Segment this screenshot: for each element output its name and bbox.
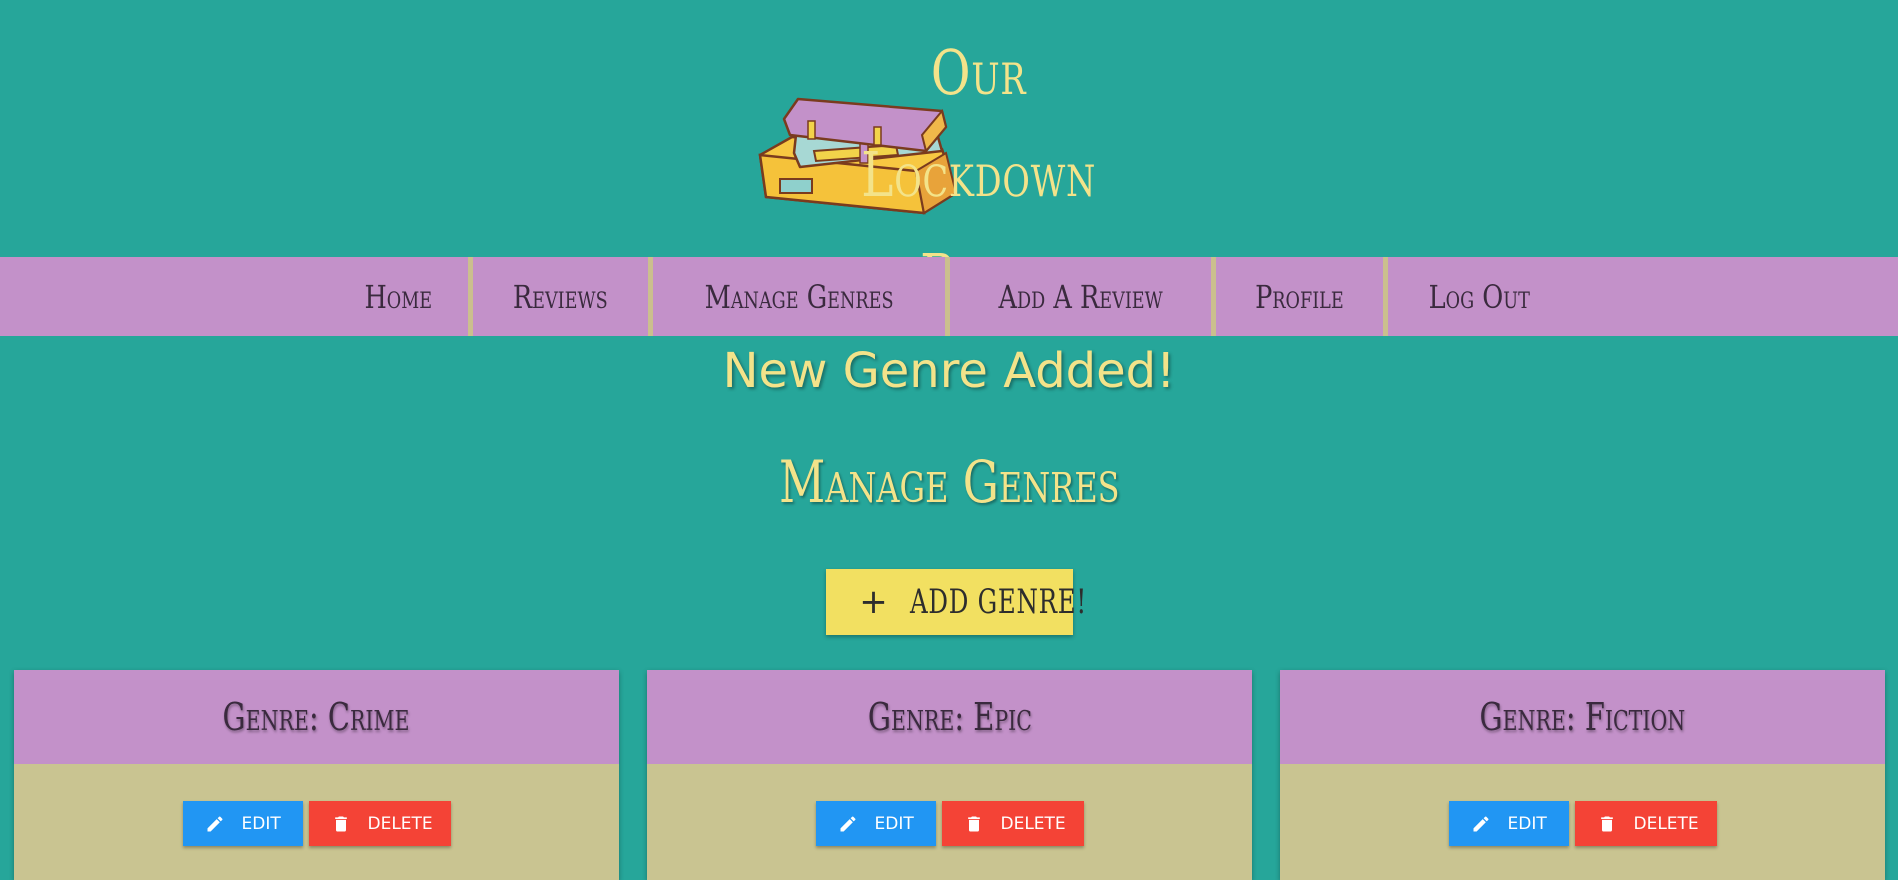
plus-icon: + bbox=[859, 582, 888, 622]
nav-home-label: Home bbox=[364, 277, 432, 316]
delete-button[interactable]: DELETE bbox=[941, 801, 1084, 846]
pencil-icon bbox=[840, 816, 855, 831]
add-genre-button[interactable]: + ADD GENRE! bbox=[826, 569, 1087, 635]
page-title-text: Manage Genres bbox=[778, 448, 1120, 516]
add-genre-label: ADD GENRE! bbox=[909, 582, 1087, 622]
flash-message: New Genre Added! bbox=[722, 343, 1176, 399]
edit-button[interactable]: EDIT bbox=[1448, 801, 1569, 846]
genre-card: Genre: Crime EDIT DELETE bbox=[14, 670, 619, 880]
genre-title: Genre: Fiction bbox=[1479, 695, 1686, 739]
genre-title: Genre: Epic bbox=[867, 695, 1032, 739]
nav-profile-label: Profile bbox=[1255, 277, 1344, 316]
nav-reviews[interactable]: Reviews bbox=[468, 257, 647, 336]
trash-icon bbox=[967, 816, 980, 831]
pencil-icon bbox=[1473, 816, 1488, 831]
page-title: Manage Genres bbox=[0, 440, 1898, 524]
site-header: Our Lockdown Reads bbox=[0, 0, 1898, 313]
genre-title: Genre: Crime bbox=[222, 695, 410, 739]
nav-manage-genres-label: Manage Genres bbox=[704, 277, 894, 316]
delete-label: DELETE bbox=[1633, 813, 1699, 834]
nav-manage-genres[interactable]: Manage Genres bbox=[647, 257, 945, 336]
nav-add-review-label: Add A Review bbox=[998, 277, 1163, 316]
delete-label: DELETE bbox=[1000, 813, 1066, 834]
genre-card: Genre: Epic EDIT DELETE bbox=[647, 670, 1252, 880]
trash-icon bbox=[1600, 816, 1613, 831]
edit-button[interactable]: EDIT bbox=[182, 801, 303, 846]
genre-card: Genre: Fiction EDIT DELETE bbox=[1280, 670, 1885, 880]
trash-icon bbox=[334, 816, 347, 831]
nav-profile[interactable]: Profile bbox=[1211, 257, 1383, 336]
delete-label: DELETE bbox=[367, 813, 433, 834]
nav-home[interactable]: Home bbox=[328, 257, 469, 336]
nav-add-review[interactable]: Add A Review bbox=[944, 257, 1211, 336]
nav-reviews-label: Reviews bbox=[513, 277, 608, 316]
pencil-icon bbox=[207, 816, 222, 831]
genre-card-body: EDIT DELETE bbox=[647, 764, 1252, 880]
genre-card-body: EDIT DELETE bbox=[14, 764, 619, 880]
genre-card-header: Genre: Epic bbox=[647, 670, 1252, 764]
edit-label: EDIT bbox=[1507, 813, 1547, 834]
genre-card-body: EDIT DELETE bbox=[1280, 764, 1885, 880]
genre-card-header: Genre: Crime bbox=[14, 670, 619, 764]
site-title-line1: Our Lockdown bbox=[861, 36, 1097, 211]
genre-card-header: Genre: Fiction bbox=[1280, 670, 1885, 764]
nav-log-out[interactable]: Log Out bbox=[1382, 257, 1570, 336]
edit-button[interactable]: EDIT bbox=[815, 801, 936, 846]
delete-button[interactable]: DELETE bbox=[308, 801, 451, 846]
main-nav: Home Reviews Manage Genres Add A Review … bbox=[0, 257, 1898, 336]
nav-log-out-label: Log Out bbox=[1428, 277, 1530, 316]
delete-button[interactable]: DELETE bbox=[1574, 801, 1717, 846]
edit-label: EDIT bbox=[241, 813, 281, 834]
edit-label: EDIT bbox=[874, 813, 914, 834]
